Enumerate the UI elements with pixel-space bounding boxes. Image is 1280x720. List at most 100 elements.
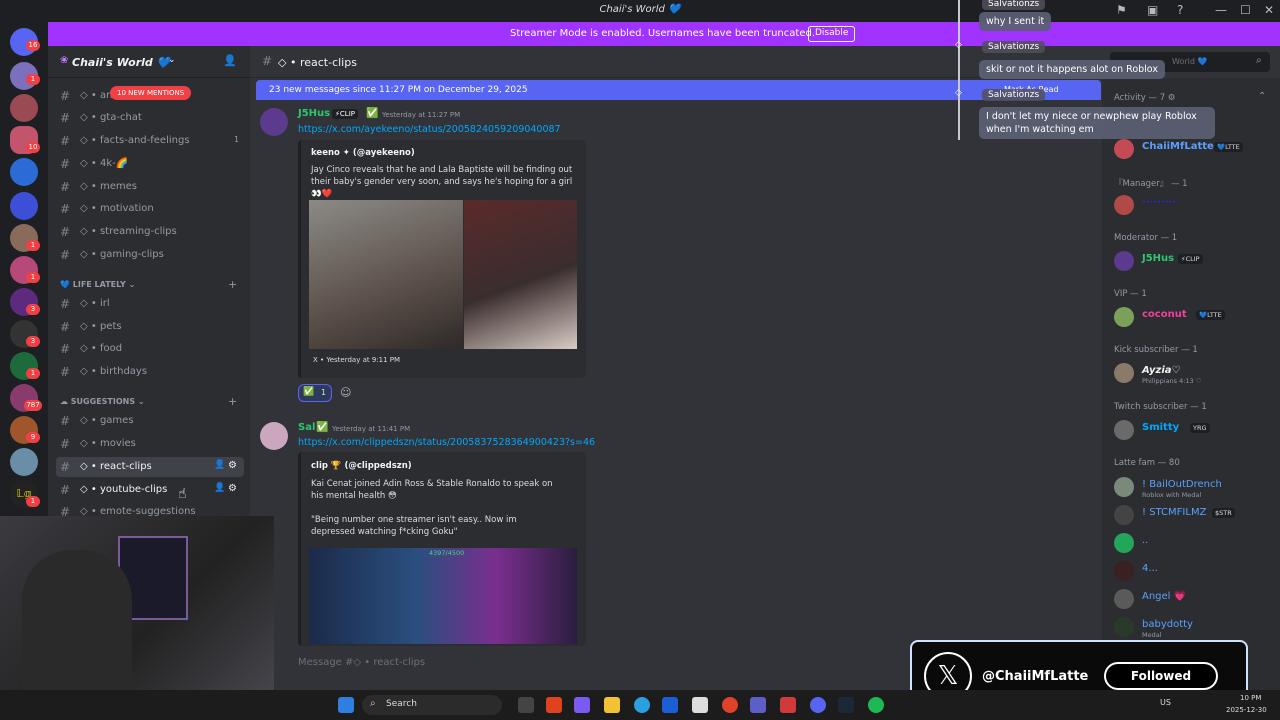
link-embed[interactable]: keeno ✦ (@ayekeeno) Jay Cinco reveals th… (298, 140, 586, 378)
gear-icon[interactable]: ⚙ (228, 483, 237, 494)
minimize-button[interactable]: — (1215, 3, 1227, 17)
server-icon[interactable] (10, 158, 38, 186)
server-icon[interactable] (10, 94, 38, 122)
member-row[interactable]: babydotty Medal (1114, 614, 1274, 640)
server-icon[interactable] (10, 448, 38, 476)
avatar[interactable] (260, 108, 288, 136)
member-row[interactable]: Smitty YRG (1114, 417, 1274, 443)
invite-icon[interactable]: 👤 (214, 483, 225, 493)
file-explorer-icon[interactable] (604, 697, 620, 713)
followed-button[interactable]: Followed (1104, 662, 1218, 690)
clock-date[interactable]: 2025-12-30 (1226, 706, 1267, 714)
chevron-up-icon[interactable]: ⌃ (1258, 91, 1266, 102)
mouse-cursor-icon: ☝ (178, 486, 187, 502)
app-icon[interactable] (574, 697, 590, 713)
app-icon[interactable] (780, 697, 796, 713)
message-composer[interactable]: Message #◇ • react-clips (282, 650, 910, 680)
channel-item[interactable]: # ◇ • streaming-clips (56, 222, 244, 242)
disable-button[interactable]: Disable (808, 26, 856, 42)
discord-icon[interactable] (810, 697, 826, 713)
channel-label: ◇ • memes (80, 181, 137, 192)
help-icon[interactable]: ? (1177, 3, 1183, 17)
keyboard-language[interactable]: US (1160, 698, 1171, 707)
windows-start-icon[interactable] (338, 697, 354, 713)
server-header[interactable]: ❀ Chaii's World 💙 ⌄ 👤 (48, 46, 250, 78)
screen-icon[interactable]: ▣ (1147, 3, 1158, 17)
app-icon[interactable] (662, 697, 678, 713)
category-suggestions[interactable]: ☁ SUGGESTIONS ⌄ (60, 397, 145, 406)
embed-image[interactable] (464, 200, 577, 349)
embed-footer: X • Yesterday at 9:11 PM (313, 356, 401, 364)
store-icon[interactable] (692, 697, 708, 713)
channel-item[interactable]: # ◇ • 4k-🌈 (56, 154, 244, 174)
channel-item[interactable]: # ◇ • games (56, 411, 244, 431)
new-mentions-pill[interactable]: 10 NEW MENTIONS (110, 86, 192, 100)
invite-icon[interactable]: 👤 (223, 54, 237, 67)
gear-icon[interactable]: ⚙ (228, 460, 237, 471)
clock-time[interactable]: 10 PM (1240, 694, 1261, 702)
channel-item[interactable]: # ◇ • pets (56, 317, 244, 337)
reaction-button[interactable]: ✅ 1 (298, 384, 332, 402)
add-channel-icon[interactable]: + (228, 278, 237, 291)
overlay-username: Salvationzs (982, 41, 1046, 53)
unread-badge: 787 (24, 400, 42, 411)
inbox-icon[interactable]: ⚑ (1116, 3, 1127, 17)
member-row[interactable]: Angel 💗 (1114, 586, 1274, 612)
embed-image[interactable] (309, 200, 463, 349)
channel-item[interactable]: # ◇ • movies (56, 434, 244, 454)
hash-icon: # (60, 297, 71, 311)
message-author[interactable]: Sal (298, 422, 315, 433)
close-button[interactable]: ✕ (1264, 3, 1274, 17)
reaction-count: 1 (321, 388, 327, 397)
channel-item[interactable]: # ◇ • gta-chat (56, 108, 244, 128)
hash-icon: # (60, 248, 71, 262)
message-author[interactable]: J5Hus (298, 108, 330, 119)
member-row[interactable]: Ayzia♡ Philippians 4:13 ♡ (1114, 360, 1274, 386)
spotify-icon[interactable] (868, 697, 884, 713)
role-header: Kick subscriber — 1 (1114, 345, 1198, 355)
maximize-button[interactable]: ☐ (1240, 3, 1251, 17)
embed-image[interactable] (309, 548, 577, 644)
activity-header[interactable]: Activity — 7 ⚙ (1114, 93, 1175, 103)
new-messages-bar[interactable]: 23 new messages since 11:27 PM on Decemb… (256, 80, 1101, 100)
channel-item[interactable]: # ◇ • youtube-clips 👤 ⚙ (56, 480, 244, 500)
member-row[interactable]: 4... (1114, 558, 1274, 584)
member-row[interactable]: ! STCMFILMZ $STR (1114, 502, 1274, 528)
channel-item[interactable]: # ◇ • food (56, 339, 244, 359)
hash-icon: # (60, 460, 71, 474)
member-row[interactable]: coconut 💙LTTE (1114, 304, 1274, 330)
channel-item[interactable]: # ◇ • motivation (56, 199, 244, 219)
steam-icon[interactable] (838, 697, 854, 713)
folder-icon[interactable] (10, 192, 38, 220)
channel-item-react-clips[interactable]: # ◇ • react-clips 👤 ⚙ (56, 457, 244, 477)
app-icon[interactable] (546, 697, 562, 713)
invite-icon[interactable]: 👤 (214, 460, 225, 470)
add-channel-icon[interactable]: + (228, 395, 237, 408)
member-row[interactable]: .. (1114, 530, 1274, 556)
message-link[interactable]: https://x.com/clippedszn/status/20058375… (298, 437, 595, 448)
chrome-icon[interactable] (722, 697, 738, 713)
task-view-icon[interactable] (518, 697, 534, 713)
teams-icon[interactable] (750, 697, 766, 713)
channel-item[interactable]: # ◇ • memes (56, 177, 244, 197)
channel-item[interactable]: # ◇ • facts-and-feelings 1 (56, 131, 244, 151)
edge-icon[interactable] (634, 697, 650, 713)
channel-item[interactable]: # ◇ • gaming-clips (56, 245, 244, 265)
avatar (1114, 139, 1134, 159)
link-embed[interactable]: clip 🏆 (@clippedszn) Kai Cenat joined Ad… (298, 452, 586, 646)
embed-author[interactable]: clip 🏆 (@clippedszn) (311, 461, 412, 471)
taskbar-search[interactable]: ⌕ Search (362, 695, 502, 715)
add-reaction-icon[interactable]: ☺ (340, 386, 351, 399)
member-row[interactable]: ········· (1114, 192, 1274, 218)
hash-icon: # (60, 89, 71, 103)
avatar[interactable] (260, 422, 288, 450)
embed-author[interactable]: keeno ✦ (@ayekeeno) (311, 148, 415, 158)
member-row[interactable]: ChaiiMfLatte 💙LTTE (1114, 136, 1274, 162)
member-row[interactable]: J5Hus ⚡CLIP (1114, 248, 1274, 274)
channel-item[interactable]: # ◇ • irl (56, 294, 244, 314)
member-row[interactable]: ! BailOutDrench Roblox with Medal (1114, 474, 1274, 500)
channel-item[interactable]: # ◇ • birthdays (56, 362, 244, 382)
category-life-lately[interactable]: 💙 LIFE LATELY ⌄ (60, 280, 135, 289)
embed-description: Kai Cenat joined Adin Ross & Stable Rona… (311, 479, 553, 501)
message-link[interactable]: https://x.com/ayekeeno/status/2005824059… (298, 124, 561, 135)
